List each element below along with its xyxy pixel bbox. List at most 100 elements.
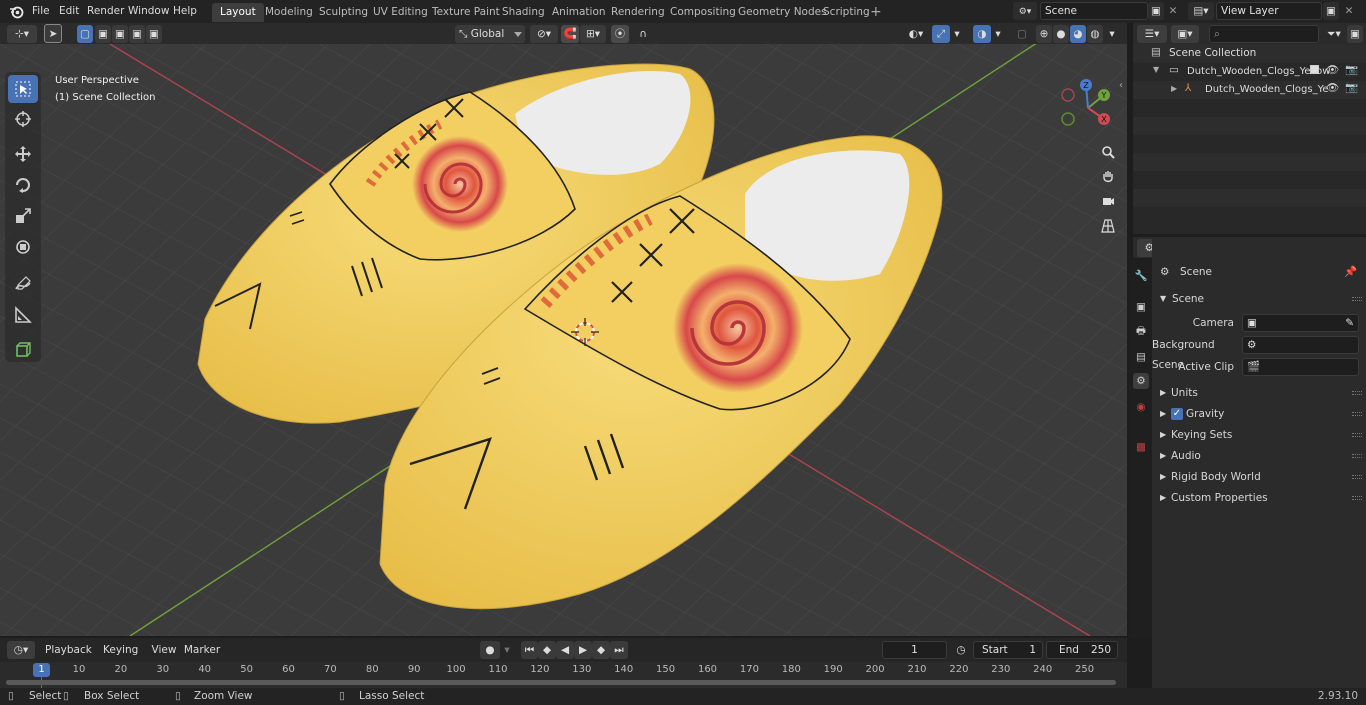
visibility-eye-icon[interactable]: 👁 — [1326, 81, 1339, 94]
proportional-falloff-dropdown[interactable]: ∩ — [630, 25, 656, 43]
playback-menu[interactable]: Playback — [40, 641, 96, 671]
snap-target-dropdown[interactable]: ⊞▾ — [580, 25, 606, 43]
show-gizmo-icon[interactable]: ⤢ — [932, 25, 950, 43]
pivot-point-dropdown[interactable]: ⊘▾ — [530, 25, 558, 43]
3d-viewport[interactable]: User Perspective (1) Scene Collection Z — [0, 44, 1127, 636]
scene-tab-icon[interactable]: ⚙ — [1133, 373, 1149, 389]
menu-edit[interactable]: Edit — [54, 0, 84, 23]
camera-view-icon[interactable] — [1097, 190, 1119, 212]
sidebar-toggle-icon[interactable]: ‹ — [1119, 80, 1123, 91]
gravity-panel-header[interactable]: ▶ ✓ Gravity — [1152, 404, 1366, 424]
solid-shading-icon[interactable]: ● — [1053, 25, 1069, 43]
overlays-dropdown[interactable]: ▾ — [991, 25, 1005, 43]
auto-keying-dropdown[interactable]: ▾ — [500, 641, 514, 659]
play-reverse-icon[interactable]: ◀ — [556, 641, 574, 659]
outliner-editor-type-button[interactable]: ☰▾ — [1137, 25, 1167, 43]
keying-sets-panel-header[interactable]: ▶ Keying Sets — [1152, 425, 1366, 445]
editor-type-button[interactable]: ⊹▾ — [7, 25, 37, 43]
current-frame-field[interactable]: 1 — [882, 641, 947, 659]
tool-select-box[interactable] — [8, 75, 38, 103]
audio-panel-header[interactable]: ▶ Audio — [1152, 446, 1366, 466]
material-shading-icon[interactable]: ◕ — [1070, 25, 1086, 43]
jump-keyframe-back-icon[interactable]: ◆ — [538, 641, 556, 659]
tool-tab-icon[interactable]: 🔧 — [1133, 267, 1149, 283]
expand-arrow-icon[interactable]: ▶ — [1171, 84, 1177, 93]
tab-layout[interactable]: Layout — [212, 3, 264, 22]
output-tab-icon[interactable]: 🖶 — [1133, 324, 1149, 340]
delete-scene-icon[interactable]: ✕ — [1165, 2, 1181, 20]
outliner-row-root[interactable]: ▤ Scene Collection — [1133, 44, 1366, 63]
menu-help[interactable]: Help — [168, 0, 202, 23]
active-clip-field[interactable]: 🎬 — [1242, 358, 1359, 376]
start-frame-field[interactable]: Start 1 — [973, 641, 1043, 659]
view-layer-tab-icon[interactable]: ▤ — [1133, 349, 1149, 365]
filter-icon[interactable]: ⏷▾ — [1323, 25, 1345, 43]
display-mode-button[interactable]: ▣▾ — [1171, 25, 1199, 43]
drag-handle-icon[interactable] — [1352, 391, 1362, 395]
scene-selector-button[interactable]: ⚙▾ — [1013, 2, 1037, 20]
tool-cursor[interactable] — [8, 105, 38, 133]
gizmo-neg-y[interactable] — [1061, 112, 1075, 126]
menu-window[interactable]: Window — [123, 0, 174, 23]
rendered-shading-icon[interactable]: ◍ — [1087, 25, 1103, 43]
playhead[interactable]: 1 — [33, 663, 50, 677]
texture-tab-icon[interactable]: ▩ — [1133, 439, 1149, 455]
jump-end-icon[interactable]: ⏭ — [610, 641, 628, 659]
drag-handle-icon[interactable] — [1352, 475, 1362, 479]
record-icon[interactable]: ● — [480, 641, 500, 659]
delete-view-layer-icon[interactable]: ✕ — [1341, 2, 1357, 20]
gravity-checkbox[interactable]: ✓ — [1171, 408, 1183, 420]
tool-add-cube[interactable] — [8, 336, 38, 364]
keying-menu[interactable]: Keying — [98, 641, 146, 671]
gizmo-neg-x[interactable] — [1061, 88, 1075, 102]
tool-rotate[interactable] — [8, 171, 38, 199]
camera-field[interactable]: ▣ ✎ — [1242, 314, 1359, 332]
outliner-search-input[interactable]: ⌕ — [1209, 25, 1319, 43]
select-mode-intersect-icon[interactable]: ▣ — [146, 25, 162, 43]
pin-icon[interactable]: 📌 — [1344, 262, 1357, 282]
timeline-editor-type-button[interactable]: ◷▾ — [7, 641, 35, 659]
transform-orientation-dropdown[interactable]: ⤡ Global — [455, 25, 525, 43]
tool-move[interactable] — [8, 140, 38, 168]
tool-scale[interactable] — [8, 202, 38, 230]
units-panel-header[interactable]: ▶ Units — [1152, 383, 1366, 403]
menu-file[interactable]: File — [27, 0, 55, 23]
visibility-eye-icon[interactable]: 👁 — [1326, 63, 1339, 76]
render-camera-icon[interactable]: 📷 — [1345, 81, 1358, 94]
jump-keyframe-forward-icon[interactable]: ◆ — [592, 641, 610, 659]
gizmo-dropdown[interactable]: ▾ — [950, 25, 964, 43]
end-frame-field[interactable]: End 250 — [1046, 641, 1118, 659]
world-tab-icon[interactable]: ◉ — [1133, 399, 1149, 415]
select-mode-invert-icon[interactable]: ▣ — [129, 25, 145, 43]
outliner-row-clogs-collection[interactable]: ▼ ▭ Dutch_Wooden_Clogs_Yellow 👁 📷 — [1133, 63, 1366, 81]
scene-name-field[interactable]: Scene — [1040, 2, 1148, 20]
view-layer-selector-button[interactable]: ▤▾ — [1188, 2, 1214, 20]
scene-panel-header[interactable]: ▼ Scene — [1152, 289, 1366, 309]
select-tool-icon[interactable]: ➤ — [44, 24, 62, 43]
select-mode-extend-icon[interactable]: ▣ — [95, 25, 111, 43]
select-mode-subtract-icon[interactable]: ▣ — [112, 25, 128, 43]
navigation-gizmo[interactable]: Z Y X — [1058, 78, 1118, 138]
tab-scripting[interactable]: Scripting — [815, 3, 878, 22]
drag-handle-icon[interactable] — [1352, 433, 1362, 437]
preview-range-icon[interactable]: ◷ — [952, 641, 970, 659]
tool-transform[interactable] — [8, 233, 38, 261]
jump-start-icon[interactable]: ⏮ — [521, 641, 538, 659]
background-scene-field[interactable]: ⚙ — [1242, 336, 1359, 354]
select-mode-new-icon[interactable]: ▢ — [77, 25, 93, 43]
snap-toggle-icon[interactable]: 🧲 — [561, 25, 579, 43]
visibility-dropdown[interactable]: ◐▾ — [902, 25, 930, 43]
render-camera-icon[interactable]: 📷 — [1345, 63, 1358, 76]
view-layer-field[interactable]: View Layer — [1216, 2, 1322, 20]
expand-arrow-icon[interactable]: ▼ — [1153, 65, 1159, 74]
drag-handle-icon[interactable] — [1352, 454, 1362, 458]
new-collection-icon[interactable]: ▣ — [1347, 25, 1363, 43]
outliner-row-clogs-object[interactable]: ▶ ⅄ Dutch_Wooden_Clogs_Ye 👁 📷 — [1133, 81, 1366, 99]
eyedropper-icon[interactable]: ✎ — [1345, 315, 1354, 331]
shading-dropdown[interactable]: ▾ — [1104, 25, 1120, 43]
perspective-toggle-icon[interactable] — [1097, 215, 1119, 237]
drag-handle-icon[interactable] — [1352, 496, 1362, 500]
drag-handle-icon[interactable] — [1352, 412, 1362, 416]
new-scene-icon[interactable]: ▣ — [1148, 2, 1164, 20]
tool-measure[interactable] — [8, 301, 38, 329]
